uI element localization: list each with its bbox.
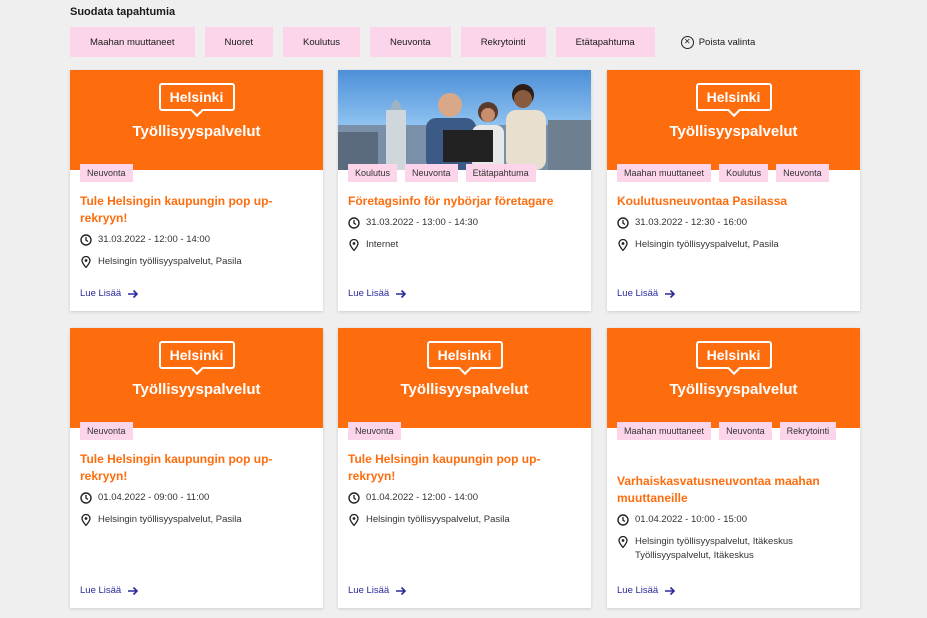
read-more-link[interactable]: Lue Lisää	[348, 585, 407, 596]
event-location: Helsingin työllisyyspalvelut, Itäkeskus …	[617, 535, 850, 563]
tag: Neuvonta	[80, 422, 133, 440]
tag: Etätapahtuma	[465, 164, 536, 182]
tag-list: Maahan muuttaneet Koulutus Neuvonta	[617, 164, 852, 182]
filter-chip-neuvonta[interactable]: Neuvonta	[370, 27, 451, 57]
event-card[interactable]: Helsinki Työllisyyspalvelut Neuvonta Tul…	[70, 70, 323, 311]
event-title[interactable]: Varhaiskasvatusneuvontaa maahan muuttane…	[617, 473, 850, 507]
helsinki-logo: Helsinki	[426, 341, 503, 369]
event-time: 31.03.2022 - 13:00 - 14:30	[348, 216, 581, 230]
clear-selection-button[interactable]: ✕ Poista valinta	[680, 35, 756, 49]
event-photo	[338, 70, 591, 170]
location-pin-icon	[81, 514, 91, 526]
location-pin-icon	[618, 536, 628, 548]
read-more-link[interactable]: Lue Lisää	[80, 288, 139, 299]
card-banner: Helsinki Työllisyyspalvelut	[338, 328, 591, 428]
event-location: Helsingin työllisyyspalvelut, Pasila	[348, 513, 581, 527]
clock-icon	[80, 492, 92, 504]
helsinki-logo: Helsinki	[695, 341, 772, 369]
event-title[interactable]: Koulutusneuvontaa Pasilassa	[617, 193, 850, 210]
helsinki-logo: Helsinki	[695, 83, 772, 111]
read-more-link[interactable]: Lue Lisää	[617, 288, 676, 299]
clear-selection-label: Poista valinta	[698, 36, 756, 48]
tag: Maahan muuttaneet	[617, 422, 712, 440]
event-time: 01.04.2022 - 10:00 - 15:00	[617, 513, 850, 527]
filter-chip-nuoret[interactable]: Nuoret	[204, 27, 274, 57]
event-card[interactable]: Helsinki Työllisyyspalvelut Maahan muutt…	[607, 70, 860, 311]
event-title[interactable]: Företagsinfo för nybörjar företagare	[348, 193, 581, 210]
clock-icon	[348, 217, 360, 229]
event-time: 01.04.2022 - 09:00 - 11:00	[80, 491, 313, 505]
event-card[interactable]: Helsinki Työllisyyspalvelut Neuvonta Tul…	[338, 328, 591, 608]
event-time: 31.03.2022 - 12:30 - 16:00	[617, 216, 850, 230]
event-title[interactable]: Tule Helsingin kaupungin pop up-rekryyn!	[348, 451, 581, 485]
card-banner: Helsinki Työllisyyspalvelut	[70, 70, 323, 170]
brand-subtitle: Työllisyyspalvelut	[132, 381, 261, 398]
clock-icon	[617, 217, 629, 229]
event-location: Internet	[348, 238, 581, 252]
event-card[interactable]: Koulutus Neuvonta Etätapahtuma Företagsi…	[338, 70, 591, 311]
tag: Neuvonta	[776, 164, 829, 182]
event-card[interactable]: Helsinki Työllisyyspalvelut Neuvonta Tul…	[70, 328, 323, 608]
event-card[interactable]: Helsinki Työllisyyspalvelut Maahan muutt…	[607, 328, 860, 608]
clock-icon	[617, 514, 629, 526]
brand-subtitle: Työllisyyspalvelut	[669, 381, 798, 398]
clock-icon	[348, 492, 360, 504]
filter-chip-maahan-muuttaneet[interactable]: Maahan muuttaneet	[70, 27, 195, 57]
helsinki-logo: Helsinki	[158, 83, 235, 111]
event-location: Helsingin työllisyyspalvelut, Pasila	[617, 238, 850, 252]
card-banner: Helsinki Työllisyyspalvelut	[607, 328, 860, 428]
card-banner: Helsinki Työllisyyspalvelut	[607, 70, 860, 170]
event-title[interactable]: Tule Helsingin kaupungin pop up-rekryyn!	[80, 451, 313, 485]
tag: Maahan muuttaneet	[617, 164, 712, 182]
brand-subtitle: Työllisyyspalvelut	[400, 381, 529, 398]
tag: Neuvonta	[348, 422, 401, 440]
event-time: 01.04.2022 - 12:00 - 14:00	[348, 491, 581, 505]
tag-list: Maahan muuttaneet Neuvonta Rekrytointi	[617, 422, 852, 440]
arrow-right-icon	[396, 289, 407, 298]
filter-chip-koulutus[interactable]: Koulutus	[283, 27, 361, 57]
tag: Neuvonta	[719, 422, 772, 440]
location-pin-icon	[349, 514, 359, 526]
close-circle-icon: ✕	[680, 35, 694, 49]
event-title[interactable]: Tule Helsingin kaupungin pop up-rekryyn!	[80, 193, 313, 227]
tag: Neuvonta	[80, 164, 133, 182]
brand-subtitle: Työllisyyspalvelut	[669, 123, 798, 140]
event-location: Helsingin työllisyyspalvelut, Pasila	[80, 513, 313, 527]
clock-icon	[80, 234, 92, 246]
tag-list: Neuvonta	[348, 422, 583, 440]
tag: Koulutus	[719, 164, 769, 182]
read-more-link[interactable]: Lue Lisää	[617, 585, 676, 596]
arrow-right-icon	[665, 289, 676, 298]
event-time: 31.03.2022 - 12:00 - 14:00	[80, 233, 313, 247]
filter-title: Suodata tapahtumia	[70, 6, 176, 18]
arrow-right-icon	[128, 586, 139, 595]
location-pin-icon	[349, 239, 359, 251]
read-more-link[interactable]: Lue Lisää	[80, 585, 139, 596]
arrow-right-icon	[665, 586, 676, 595]
tag-list: Neuvonta	[80, 164, 315, 182]
filter-chip-etatapahtuma[interactable]: Etätapahtuma	[555, 27, 655, 57]
arrow-right-icon	[128, 289, 139, 298]
tag-list: Neuvonta	[80, 422, 315, 440]
read-more-link[interactable]: Lue Lisää	[348, 288, 407, 299]
brand-subtitle: Työllisyyspalvelut	[132, 123, 261, 140]
tag-list: Koulutus Neuvonta Etätapahtuma	[348, 164, 583, 182]
filter-bar: Maahan muuttaneet Nuoret Koulutus Neuvon…	[70, 27, 755, 57]
arrow-right-icon	[396, 586, 407, 595]
tag: Neuvonta	[405, 164, 458, 182]
event-location: Helsingin työllisyyspalvelut, Pasila	[80, 255, 313, 269]
location-pin-icon	[81, 256, 91, 268]
location-pin-icon	[618, 239, 628, 251]
helsinki-logo: Helsinki	[158, 341, 235, 369]
filter-chip-rekrytointi[interactable]: Rekrytointi	[460, 27, 546, 57]
card-banner: Helsinki Työllisyyspalvelut	[70, 328, 323, 428]
tag: Koulutus	[348, 164, 398, 182]
tag: Rekrytointi	[779, 422, 837, 440]
